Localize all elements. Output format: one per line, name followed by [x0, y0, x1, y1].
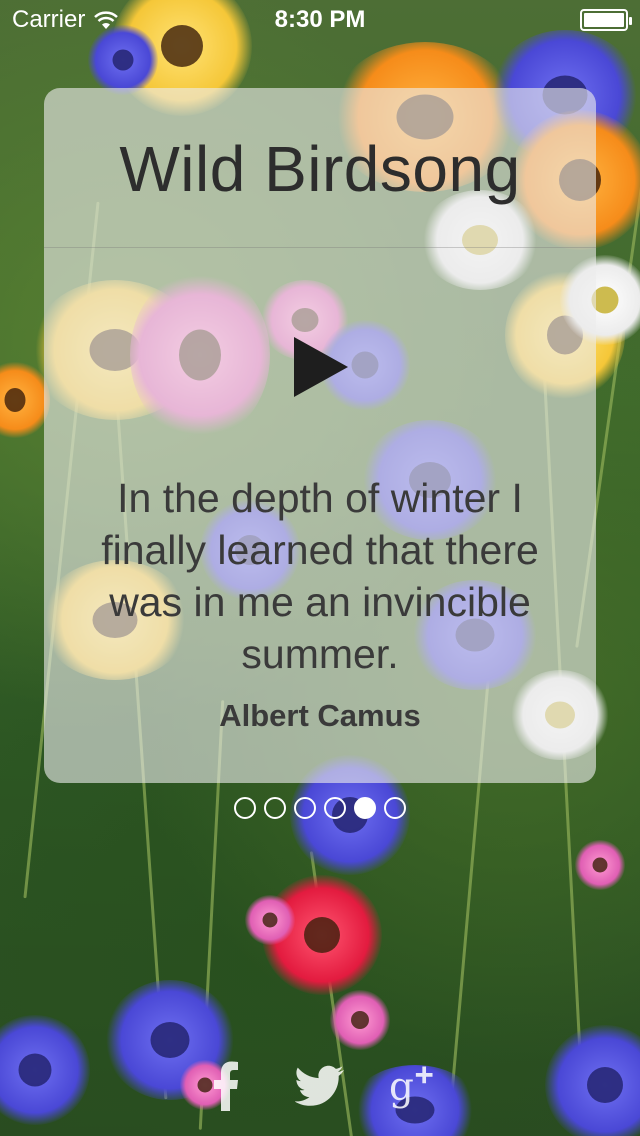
page-dot[interactable]: [324, 797, 346, 819]
page-dot[interactable]: [384, 797, 406, 819]
carrier-label: Carrier: [12, 6, 86, 33]
twitter-icon[interactable]: [295, 1061, 345, 1111]
page-dot[interactable]: [294, 797, 316, 819]
status-left: Carrier: [12, 6, 119, 34]
wifi-icon: [93, 10, 119, 30]
play-icon: [294, 337, 348, 397]
page-dot[interactable]: [264, 797, 286, 819]
quote-text: In the depth of winter I finally learned…: [101, 475, 539, 677]
battery-icon: [580, 9, 632, 31]
card-divider: [44, 247, 596, 248]
page-indicator: [0, 797, 640, 819]
svg-text:g: g: [389, 1065, 414, 1110]
page-dot-active[interactable]: [354, 797, 376, 819]
social-share-bar: g: [0, 1058, 640, 1114]
quote-card: Wild Birdsong In the depth of winter I f…: [44, 88, 596, 783]
google-plus-icon[interactable]: g: [389, 1061, 439, 1111]
status-bar: Carrier 8:30 PM: [0, 0, 640, 40]
facebook-icon[interactable]: [201, 1061, 251, 1111]
quote-author: Albert Camus: [219, 698, 421, 733]
card-title: Wild Birdsong: [119, 133, 521, 205]
play-button[interactable]: [292, 335, 350, 399]
page-dot[interactable]: [234, 797, 256, 819]
battery-level: [584, 13, 624, 27]
status-time: 8:30 PM: [274, 6, 366, 33]
